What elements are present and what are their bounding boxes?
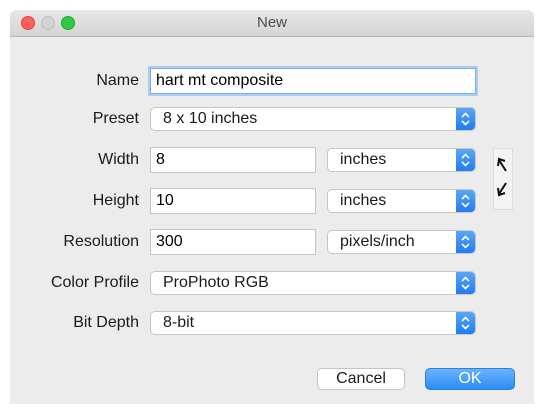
new-document-dialog: New Name hart mt composite Preset 8 x 10… (10, 10, 534, 404)
ok-button[interactable]: OK (425, 368, 515, 390)
preset-select[interactable]: 8 x 10 inches (150, 107, 476, 131)
chevron-up-down-icon (456, 108, 475, 130)
resolution-unit-select[interactable]: pixels/inch (327, 230, 476, 254)
height-unit-select[interactable]: inches (327, 189, 476, 213)
resolution-field[interactable]: 300 (150, 229, 316, 255)
color-profile-value: ProPhoto RGB (163, 274, 269, 291)
cancel-button[interactable]: Cancel (317, 368, 405, 390)
width-unit-value: inches (340, 151, 387, 168)
title-bar: New (10, 10, 534, 37)
chevron-up-down-icon (456, 312, 475, 334)
height-unit-value: inches (340, 192, 387, 209)
preset-label: Preset (92, 110, 139, 127)
bit-depth-select[interactable]: 8-bit (150, 311, 476, 335)
swap-dimensions-icon[interactable] (493, 148, 513, 210)
chevron-up-down-icon (456, 272, 475, 294)
resolution-unit-value: pixels/inch (340, 233, 415, 250)
color-profile-select[interactable]: ProPhoto RGB (150, 271, 476, 295)
chevron-up-down-icon (456, 231, 475, 253)
width-unit-select[interactable]: inches (327, 148, 476, 172)
bit-depth-label: Bit Depth (73, 314, 139, 331)
window-title: New (256, 14, 287, 31)
chevron-up-down-icon (456, 190, 475, 212)
color-profile-label: Color Profile (50, 274, 139, 291)
name-field[interactable]: hart mt composite (150, 68, 476, 94)
height-label: Height (92, 192, 139, 209)
width-label: Width (98, 151, 139, 168)
chevron-up-down-icon (456, 149, 475, 171)
width-field[interactable]: 8 (150, 147, 316, 173)
height-field[interactable]: 10 (150, 188, 316, 214)
bit-depth-value: 8-bit (163, 314, 195, 331)
resolution-label: Resolution (63, 233, 139, 250)
preset-value: 8 x 10 inches (163, 110, 258, 127)
name-label: Name (96, 72, 139, 89)
